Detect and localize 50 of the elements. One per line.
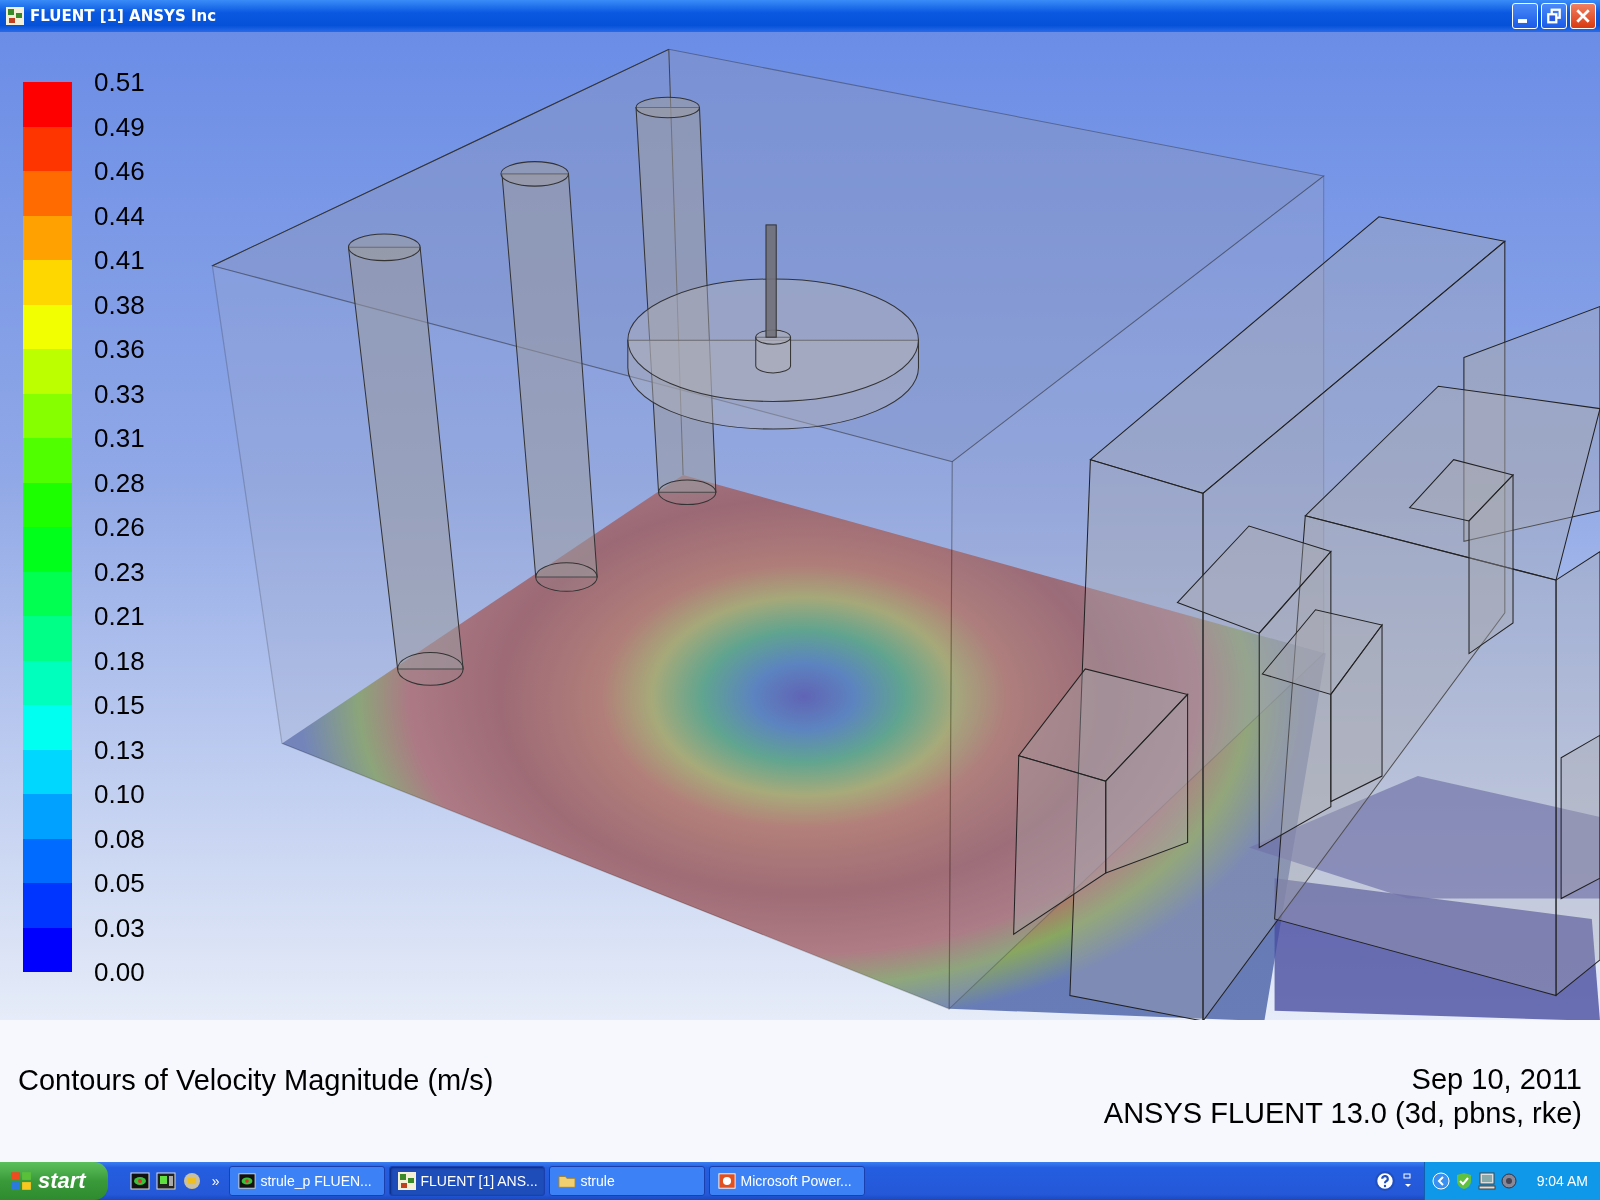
graphics-window-icon (238, 1172, 257, 1190)
chevron-left-icon[interactable] (1430, 1171, 1451, 1191)
legend-value: 0.18 (94, 644, 145, 678)
windows-flag-icon (10, 1170, 32, 1192)
restore-button[interactable] (1541, 3, 1567, 29)
taskbar-button[interactable]: FLUENT [1] ANS... (389, 1166, 546, 1196)
legend-value: 0.38 (94, 288, 145, 322)
close-icon (1575, 8, 1591, 24)
graphics-window-icon[interactable] (129, 1171, 150, 1191)
legend-value: 0.10 (94, 778, 145, 811)
start-button[interactable]: start (0, 1162, 108, 1200)
legend-value: 0.28 (94, 466, 145, 500)
legend-value: 0.44 (94, 199, 145, 233)
speaker-icon[interactable] (1499, 1171, 1520, 1191)
legend-value: 0.51 (94, 66, 145, 99)
presentation-icon (718, 1172, 737, 1190)
legend-value: 0.36 (94, 333, 145, 366)
legend-value: 0.03 (94, 911, 145, 945)
legend-value: 0.00 (94, 956, 145, 989)
solver-version: ANSYS FLUENT 13.0 (3d, pbns, rke) (1103, 1096, 1582, 1130)
clock: 9:04 AM (1536, 1173, 1588, 1189)
legend-value: 0.08 (94, 822, 145, 856)
minimize-icon (1517, 19, 1527, 23)
terminal-icon[interactable] (155, 1171, 176, 1191)
legend-value: 0.46 (94, 155, 145, 188)
taskbar-button[interactable]: strule (549, 1166, 706, 1196)
network-computer-icon[interactable] (1476, 1171, 1497, 1191)
disk-icon[interactable] (181, 1171, 202, 1191)
restore-icon (1546, 8, 1562, 24)
minimize-button[interactable] (1512, 3, 1538, 29)
plot-date: Sep 10, 2011 (1411, 1062, 1582, 1096)
help-icon[interactable] (1373, 1170, 1396, 1192)
legend-value: 0.05 (94, 867, 145, 900)
legend-value: 0.13 (94, 733, 145, 767)
taskbar-button[interactable]: strule_p FLUEN... (229, 1166, 386, 1196)
legend-value: 0.23 (94, 555, 145, 589)
app-icon (6, 7, 24, 25)
quick-launch-more[interactable]: » (211, 1173, 220, 1189)
app-icon (398, 1172, 417, 1190)
legend-value: 0.26 (94, 511, 145, 544)
legend-value: 0.15 (94, 689, 145, 722)
legend-value: 0.21 (94, 600, 145, 633)
legend-value: 0.41 (94, 244, 145, 277)
close-button[interactable] (1570, 3, 1596, 29)
legend-value: 0.31 (94, 422, 145, 455)
legend-value: 0.49 (94, 110, 145, 144)
taskbar-button[interactable]: Microsoft Power... (709, 1166, 866, 1196)
legend-value: 0.33 (94, 377, 145, 411)
plot-title: Contours of Velocity Magnitude (m/s) (18, 1064, 494, 1097)
window-title: FLUENT [1] ANSYS Inc (30, 7, 217, 25)
